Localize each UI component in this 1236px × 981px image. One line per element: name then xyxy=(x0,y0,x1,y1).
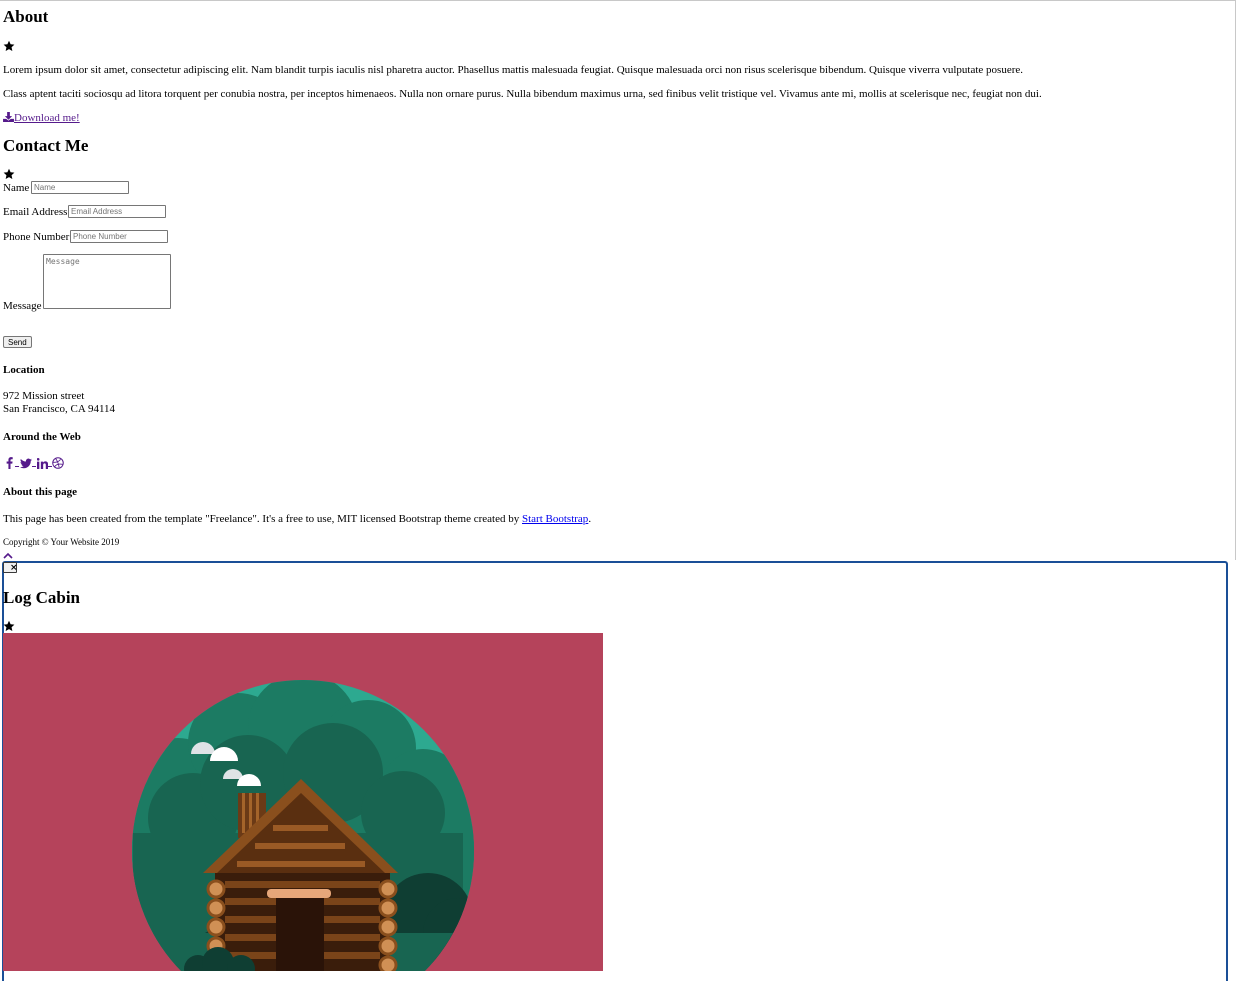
message-label: Message xyxy=(3,300,42,312)
name-label: Name xyxy=(3,182,30,194)
phone-input[interactable] xyxy=(70,230,168,243)
facebook-link[interactable] xyxy=(6,457,13,472)
start-bootstrap-link[interactable]: Start Bootstrap xyxy=(522,513,588,525)
contact-heading: Contact Me xyxy=(3,136,89,155)
about-paragraph-1: Lorem ipsum dolor sit amet, consectetur … xyxy=(3,64,1023,76)
about-heading: About xyxy=(3,7,49,26)
address-line-1: 972 Mission street xyxy=(3,390,85,402)
close-modal-button[interactable]: × xyxy=(3,562,18,573)
twitter-icon xyxy=(20,458,32,469)
email-label: Email Address xyxy=(3,206,68,218)
twitter-link[interactable] xyxy=(20,458,32,472)
about-page-suffix: . xyxy=(588,513,592,525)
facebook-icon xyxy=(6,457,13,469)
link-underline xyxy=(15,466,19,467)
send-button[interactable]: Send xyxy=(3,336,32,348)
phone-label: Phone Number xyxy=(3,231,70,243)
star-icon xyxy=(3,620,15,631)
star-icon xyxy=(3,168,15,179)
linkedin-icon xyxy=(36,458,49,469)
about-page-heading: About this page xyxy=(3,486,77,498)
name-input[interactable] xyxy=(31,181,129,194)
dribbble-icon xyxy=(52,457,64,469)
address-line-2: San Francisco, CA 94114 xyxy=(3,403,116,415)
about-paragraph-2: Class aptent taciti sociosqu ad litora t… xyxy=(3,88,1042,100)
download-button[interactable]: Download me! xyxy=(3,111,80,125)
around-the-web-heading: Around the Web xyxy=(3,431,81,443)
modal-title: Log Cabin xyxy=(3,588,80,607)
message-textarea[interactable] xyxy=(43,254,171,309)
location-heading: Location xyxy=(3,364,45,376)
log-cabin-image xyxy=(3,633,603,971)
chevron-up-icon xyxy=(3,552,13,559)
copyright-text: Copyright © Your Website 2019 xyxy=(3,537,120,547)
star-icon xyxy=(3,40,15,51)
email-input[interactable] xyxy=(68,205,166,218)
about-page-body: This page has been created from the temp… xyxy=(3,513,520,525)
linkedin-link[interactable] xyxy=(36,458,49,472)
download-label: Download me! xyxy=(14,112,80,124)
dribbble-link[interactable] xyxy=(52,457,64,472)
about-page-text: This page has been created from the temp… xyxy=(3,512,591,526)
top-border xyxy=(0,0,1236,1)
download-icon xyxy=(3,112,14,122)
link-underline xyxy=(32,466,36,467)
